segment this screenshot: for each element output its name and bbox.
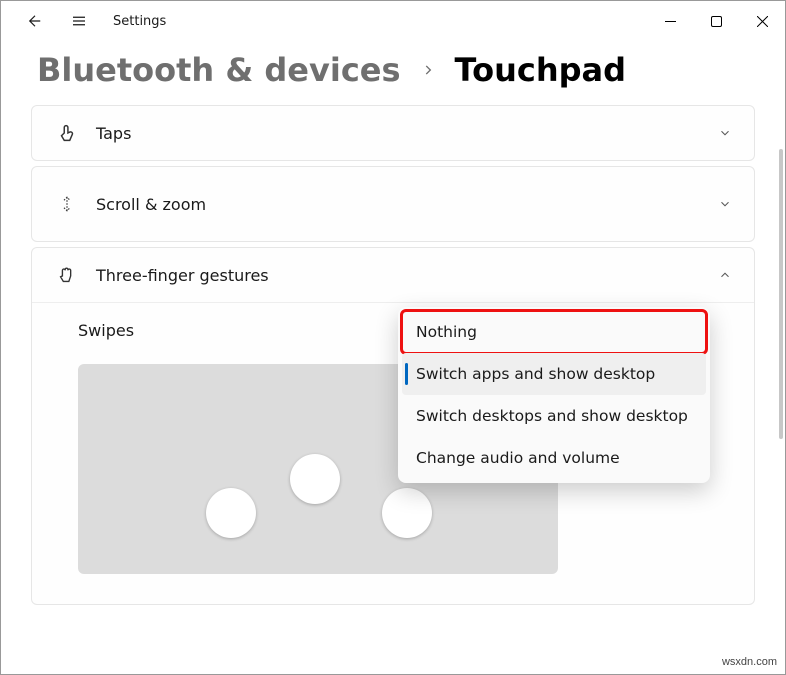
dropdown-option-switch-desktops[interactable]: Switch desktops and show desktop: [402, 395, 706, 437]
tap-icon: [54, 122, 80, 144]
chevron-down-icon: [718, 197, 732, 211]
finger-dot: [382, 488, 432, 538]
watermark: wsxdn.com: [722, 656, 777, 668]
chevron-up-icon: [718, 268, 732, 282]
scroll-icon: [54, 193, 80, 215]
back-button[interactable]: [25, 11, 45, 31]
breadcrumb-parent[interactable]: Bluetooth & devices: [37, 51, 401, 89]
maximize-button[interactable]: [693, 5, 739, 37]
hamburger-icon: [70, 12, 88, 30]
dropdown-option-nothing[interactable]: Nothing: [402, 311, 706, 353]
dropdown-option-switch-apps[interactable]: Switch apps and show desktop: [402, 353, 706, 395]
dropdown-option-audio[interactable]: Change audio and volume: [402, 437, 706, 479]
minimize-icon: [665, 16, 676, 27]
chevron-down-icon: [718, 126, 732, 140]
chevron-right-icon: [421, 63, 435, 77]
finger-dot: [290, 454, 340, 504]
three-finger-label: Three-finger gestures: [96, 266, 269, 285]
scrollbar[interactable]: [779, 149, 783, 439]
close-button[interactable]: [739, 5, 785, 37]
scroll-zoom-card: Scroll & zoom: [31, 166, 755, 242]
maximize-icon: [711, 16, 722, 27]
swipes-dropdown[interactable]: Nothing Switch apps and show desktop Swi…: [398, 307, 710, 483]
arrow-left-icon: [26, 12, 44, 30]
window-controls: [647, 5, 785, 37]
scroll-zoom-expander[interactable]: Scroll & zoom: [32, 167, 754, 241]
minimize-button[interactable]: [647, 5, 693, 37]
breadcrumb-current: Touchpad: [455, 51, 627, 89]
taps-label: Taps: [96, 124, 131, 143]
three-finger-expander[interactable]: Three-finger gestures: [32, 248, 754, 302]
breadcrumb: Bluetooth & devices Touchpad: [1, 41, 785, 105]
finger-dot: [206, 488, 256, 538]
hand-icon: [54, 264, 80, 286]
close-icon: [757, 16, 768, 27]
taps-expander[interactable]: Taps: [32, 106, 754, 160]
menu-button[interactable]: [69, 11, 89, 31]
scroll-zoom-label: Scroll & zoom: [96, 195, 206, 214]
taps-card: Taps: [31, 105, 755, 161]
app-title: Settings: [113, 14, 166, 29]
title-bar: Settings: [1, 1, 785, 41]
